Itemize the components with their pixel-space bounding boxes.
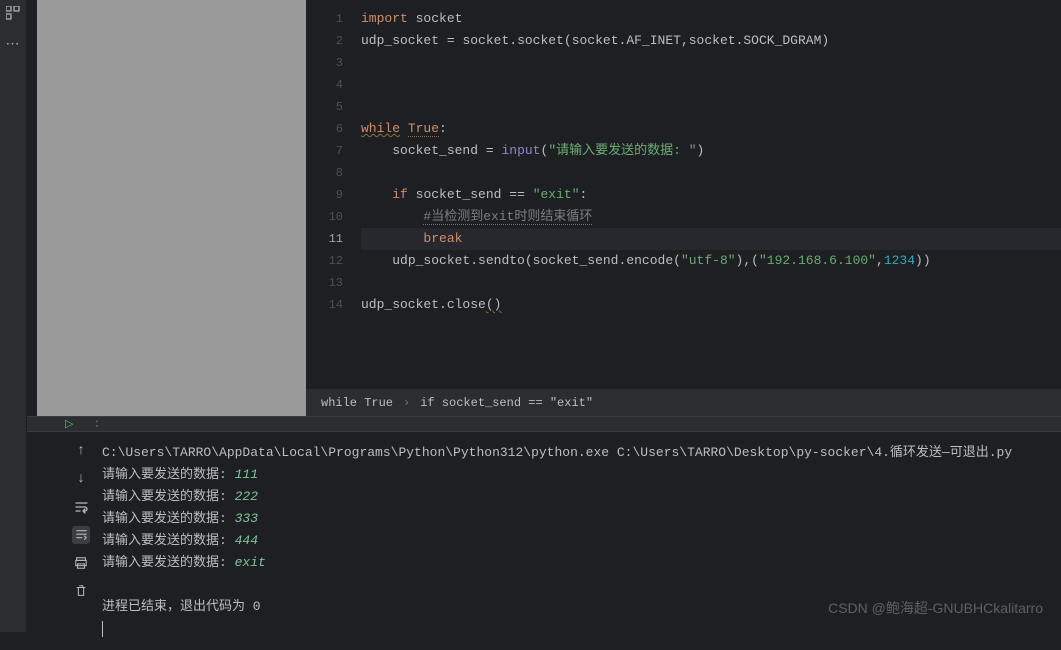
line-number: 10: [306, 206, 343, 228]
top-section: 1234567891011121314 import socketudp_soc…: [27, 0, 1061, 416]
toolbar-sep: :: [93, 417, 100, 431]
line-number: 5: [306, 96, 343, 118]
code-line[interactable]: [361, 162, 1061, 184]
code-content[interactable]: import socketudp_socket = socket.socket(…: [361, 0, 1061, 388]
breadcrumb[interactable]: while True › if socket_send == "exit": [306, 388, 1061, 416]
print-icon[interactable]: [72, 554, 90, 572]
code-line[interactable]: [361, 96, 1061, 118]
trash-icon[interactable]: [72, 582, 90, 600]
line-number: 4: [306, 74, 343, 96]
terminal-cursor-line[interactable]: [102, 618, 1056, 640]
line-number: 2: [306, 30, 343, 52]
scroll-to-end-icon[interactable]: [72, 526, 90, 544]
line-number: 14: [306, 294, 343, 316]
code-line[interactable]: udp_socket.close(): [361, 294, 1061, 316]
structure-icon[interactable]: [5, 5, 21, 21]
terminal-line: 请输入要发送的数据: 222: [102, 486, 1056, 508]
breadcrumb-item[interactable]: while True: [321, 396, 393, 410]
run-toolbar: ▷ :: [27, 416, 1061, 432]
code-line[interactable]: socket_send = input("请输入要发送的数据: "): [361, 140, 1061, 162]
terminal-toolbar: ↑ ↓: [27, 432, 97, 650]
more-icon[interactable]: ⋯: [5, 36, 21, 52]
soft-wrap-icon[interactable]: [72, 498, 90, 516]
watermark: CSDN @鲍海超-GNUBHCkalitarro: [828, 598, 1043, 618]
down-arrow-icon[interactable]: ↓: [72, 470, 90, 488]
terminal-command: C:\Users\TARRO\AppData\Local\Programs\Py…: [102, 442, 1056, 464]
line-number: 1: [306, 8, 343, 30]
code-line[interactable]: udp_socket = socket.socket(socket.AF_INE…: [361, 30, 1061, 52]
code-line[interactable]: [361, 52, 1061, 74]
code-line[interactable]: import socket: [361, 8, 1061, 30]
breadcrumb-item[interactable]: if socket_send == "exit": [420, 396, 593, 410]
line-gutter: 1234567891011121314: [306, 0, 361, 388]
run-indicator-icon[interactable]: ▷: [65, 417, 73, 431]
line-number: 11: [306, 228, 343, 250]
line-number: 3: [306, 52, 343, 74]
code-line[interactable]: #当检测到exit时则结束循环: [361, 206, 1061, 228]
terminal-line: 请输入要发送的数据: 444: [102, 530, 1056, 552]
line-number: 9: [306, 184, 343, 206]
code-line[interactable]: break: [361, 228, 1061, 250]
terminal-line: 请输入要发送的数据: 111: [102, 464, 1056, 486]
line-number: 12: [306, 250, 343, 272]
terminal-line: 请输入要发送的数据: 333: [102, 508, 1056, 530]
code-line[interactable]: [361, 272, 1061, 294]
chevron-right-icon: ›: [403, 396, 410, 410]
code-line[interactable]: [361, 74, 1061, 96]
code-line[interactable]: while True:: [361, 118, 1061, 140]
line-number: 6: [306, 118, 343, 140]
line-number: 13: [306, 272, 343, 294]
editor-region: 1234567891011121314 import socketudp_soc…: [306, 0, 1061, 416]
activity-bar: ⋯: [0, 0, 27, 632]
up-arrow-icon[interactable]: ↑: [72, 442, 90, 460]
code-line[interactable]: udp_socket.sendto(socket_send.encode("ut…: [361, 250, 1061, 272]
main-area: 1234567891011121314 import socketudp_soc…: [27, 0, 1061, 632]
side-panel: [37, 0, 306, 416]
code-line[interactable]: if socket_send == "exit":: [361, 184, 1061, 206]
line-number: 7: [306, 140, 343, 162]
code-editor[interactable]: 1234567891011121314 import socketudp_soc…: [306, 0, 1061, 388]
terminal-line: 请输入要发送的数据: exit: [102, 552, 1056, 574]
line-number: 8: [306, 162, 343, 184]
